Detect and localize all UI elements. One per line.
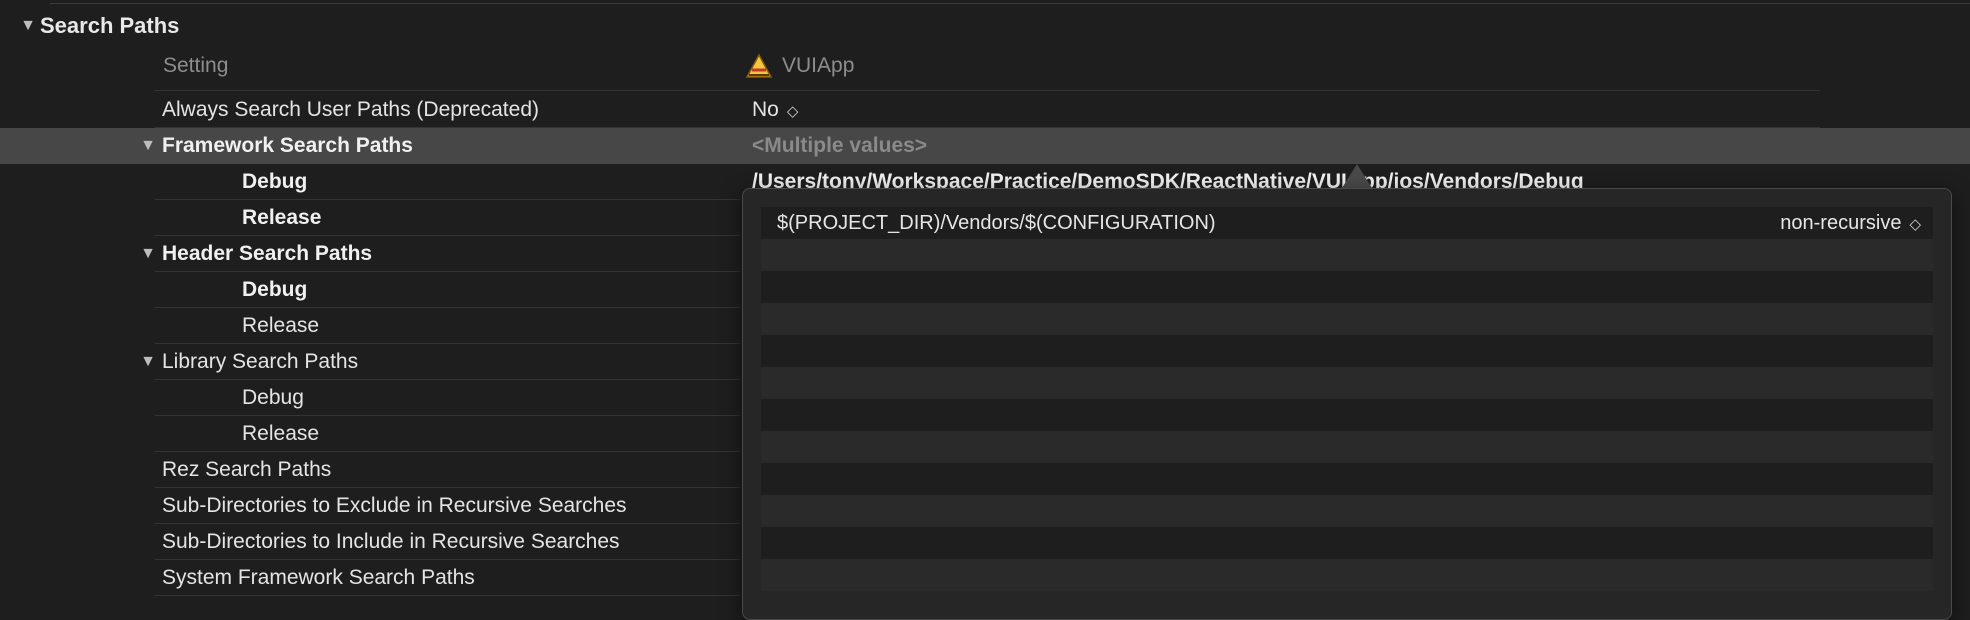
section-header[interactable]: ▼ Search Paths (0, 8, 179, 44)
table-row-empty[interactable] (761, 431, 1933, 463)
recursion-select[interactable]: non-recursive ◇ (1780, 207, 1921, 241)
table-row-empty[interactable] (761, 335, 1933, 367)
table-row-empty[interactable] (761, 495, 1933, 527)
target-name: VUIApp (782, 54, 855, 77)
top-divider (50, 3, 1970, 4)
config-label: Release (242, 206, 322, 229)
setting-label: Rez Search Paths (162, 458, 332, 481)
setting-row-selected[interactable]: ▼ Framework Search Paths <Multiple value… (0, 128, 1970, 164)
setting-row[interactable]: Always Search User Paths (Deprecated) No… (0, 92, 1970, 128)
setting-label: Library Search Paths (162, 350, 359, 373)
setting-label: Sub-Directories to Include in Recursive … (162, 530, 620, 553)
popover-arrow (1342, 164, 1372, 188)
config-label: Release (242, 422, 320, 445)
config-label: Debug (242, 386, 304, 409)
disclosure-triangle-icon[interactable]: ▼ (136, 236, 160, 272)
app-target-icon (744, 51, 774, 81)
table-row-empty[interactable] (761, 399, 1933, 431)
column-header-setting[interactable]: Setting (163, 48, 228, 84)
config-label: Debug (242, 170, 308, 193)
setting-value[interactable]: <Multiple values> (752, 128, 927, 164)
config-label: Debug (242, 278, 308, 301)
disclosure-triangle-icon[interactable]: ▼ (136, 344, 160, 380)
path-value[interactable]: $(PROJECT_DIR)/Vendors/$(CONFIGURATION) (777, 207, 1216, 239)
setting-label: Always Search User Paths (Deprecated) (162, 98, 539, 121)
disclosure-triangle-icon[interactable]: ▼ (136, 128, 160, 164)
setting-label: Framework Search Paths (162, 134, 413, 157)
table-row-empty[interactable] (761, 527, 1933, 559)
table-row-empty[interactable] (761, 367, 1933, 399)
table-row-empty[interactable] (761, 271, 1933, 303)
search-paths-popover: $(PROJECT_DIR)/Vendors/$(CONFIGURATION) … (742, 188, 1952, 620)
setting-value[interactable]: No ◇ (752, 92, 798, 128)
table-row-empty[interactable] (761, 463, 1933, 495)
setting-label: Sub-Directories to Exclude in Recursive … (162, 494, 627, 517)
setting-label: System Framework Search Paths (162, 566, 475, 589)
setting-label: Header Search Paths (162, 242, 373, 265)
stepper-icon[interactable]: ◇ (787, 103, 799, 120)
config-label: Release (242, 314, 320, 337)
table-row[interactable]: $(PROJECT_DIR)/Vendors/$(CONFIGURATION) … (761, 207, 1933, 239)
table-row-empty[interactable] (761, 303, 1933, 335)
table-row-empty[interactable] (761, 239, 1933, 271)
stepper-icon[interactable]: ◇ (1909, 216, 1921, 233)
column-header-target[interactable]: VUIApp (744, 48, 854, 84)
disclosure-triangle-icon[interactable]: ▼ (16, 17, 40, 35)
table-row-empty[interactable] (761, 559, 1933, 591)
section-title: Search Paths (40, 13, 180, 38)
paths-table[interactable]: $(PROJECT_DIR)/Vendors/$(CONFIGURATION) … (761, 207, 1933, 591)
